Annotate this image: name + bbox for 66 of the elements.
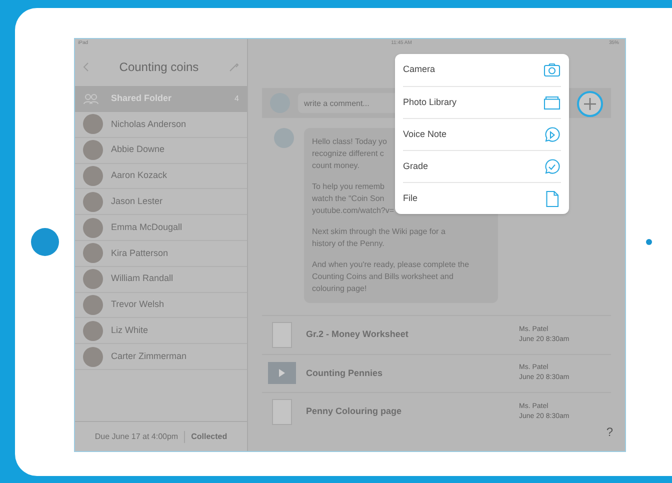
student-name: Kira Patterson [111,246,168,260]
class-title: Counting coins [119,59,199,76]
camera-icon [543,61,561,79]
student-row[interactable]: Emma McDougall [75,215,247,241]
message-line: And when you're ready, please complete the [312,259,470,271]
student-row[interactable]: Trevor Welsh [75,292,247,318]
avatar [83,269,103,290]
message-line: Next skim through the Wiki page for a [312,226,446,238]
avatar [83,166,103,186]
message-line: Hello class! Today yo [312,136,387,148]
due-date: Due June 17 at 4:00pm [94,430,178,442]
avatar [83,294,103,315]
menu-item[interactable]: File [403,182,561,214]
file-icon [543,190,561,208]
file-title: Counting Pennies [306,366,384,380]
message-line: To help you rememb [312,181,384,193]
plus-icon [584,98,596,110]
wrench-icon[interactable] [228,62,239,72]
student-row[interactable]: William Randall [75,266,247,293]
avatar [274,128,294,148]
status-label: Collected [191,430,228,442]
check-bubble-icon [543,158,561,176]
back-icon[interactable] [83,62,89,72]
student-name: William Randall [111,272,174,286]
student-name: Trevor Welsh [111,298,164,312]
message-line: history of the Penny. [312,238,384,250]
student-name: Aaron Kozack [111,169,168,182]
play-bubble-icon [543,126,561,144]
file-title: Gr.2 - Money Worksheet [306,328,410,341]
file-title: Penny Colouring page [306,405,403,418]
document-thumbnail [272,398,292,425]
play-icon [278,369,286,378]
student-row[interactable]: Kira Patterson [75,240,247,267]
student-row[interactable]: Liz White [75,318,247,344]
avatar [83,346,103,367]
student-row[interactable]: Carter Zimmerman [75,344,247,370]
avatar [83,114,103,134]
home-button[interactable] [30,228,58,256]
student-row[interactable]: Abbie Downe [75,138,247,164]
document-thumbnail [272,322,292,348]
menu-item[interactable]: Grade [403,150,561,182]
message-line: youtube.com/watch?v= [312,205,394,217]
avatar [83,320,103,341]
student-row[interactable]: Aaron Kozack [75,164,247,190]
message-line: count money. [312,160,360,172]
student-row[interactable]: Nicholas Anderson [75,112,247,138]
avatar [83,218,103,238]
message-line: recognize different c [312,148,384,160]
student-name: Emma McDougall [111,220,182,234]
folder-icon [543,94,561,112]
message-line: Counting Coins and Bills worksheet and [312,271,454,283]
avatar [83,243,103,264]
student-name: Jason Lester [111,195,163,208]
avatar [83,140,103,160]
student-name: Abbie Downe [111,143,165,156]
menu-item[interactable]: Voice Note [403,118,561,150]
message-line: watch the "Coin Son [312,193,384,205]
avatar [83,192,103,212]
student-name: Carter Zimmerman [111,350,187,363]
student-name: Nicholas Anderson [111,118,186,131]
group-icon [83,93,99,105]
message-line: colouring page! [312,283,367,295]
menu-item[interactable]: Photo Library [403,86,561,118]
student-row[interactable]: Jason Lester [75,189,247,216]
menu-item[interactable]: Camera [403,54,561,86]
student-name: Liz White [111,324,148,338]
